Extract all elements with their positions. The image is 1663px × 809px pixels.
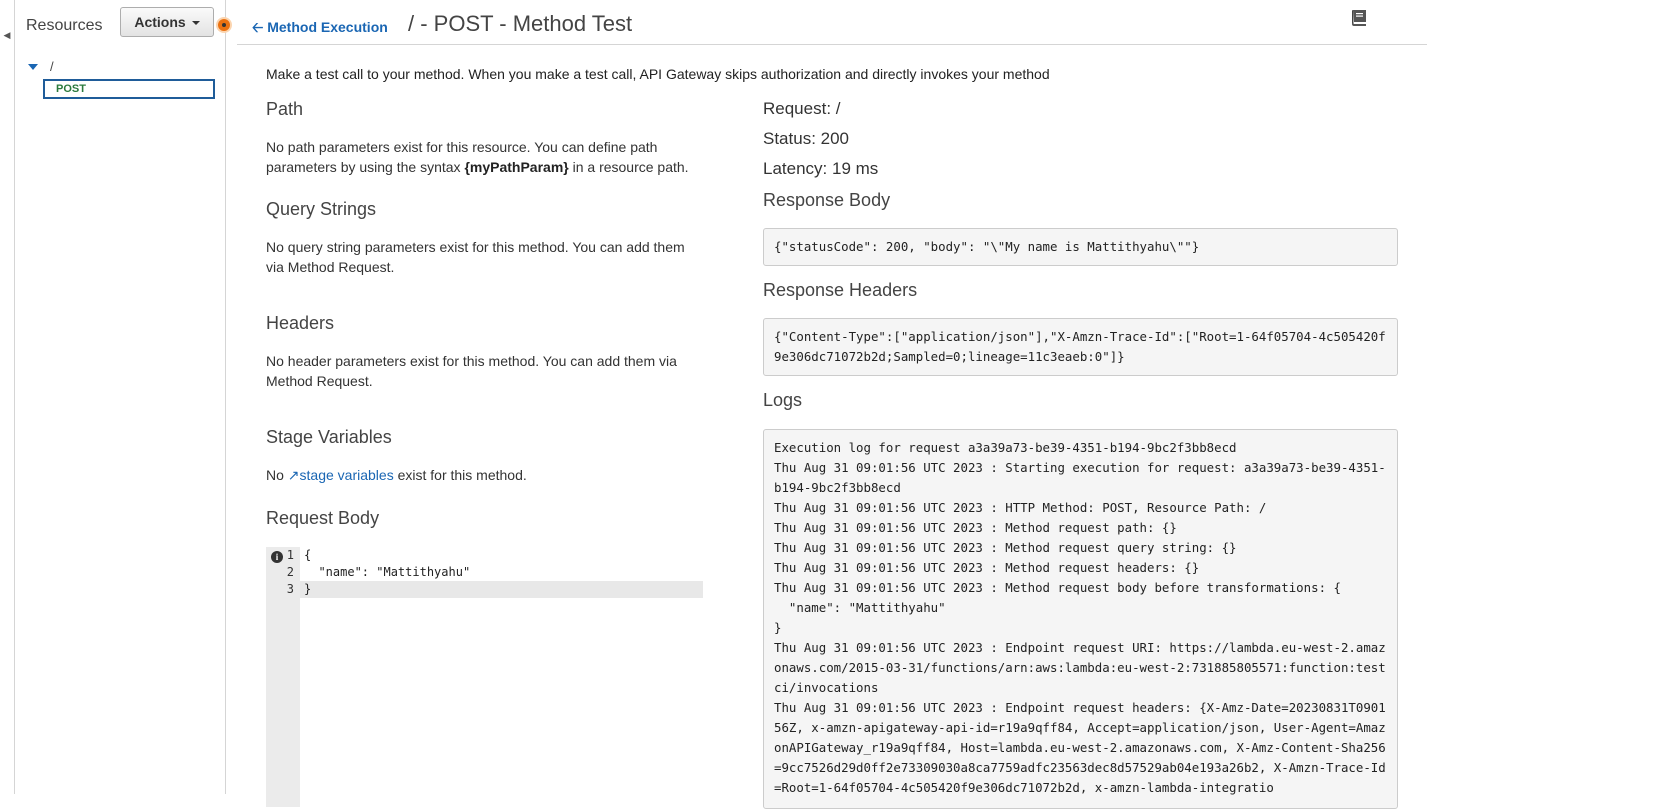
logs-title: Logs [763,390,803,410]
code-line: { [304,548,312,562]
path-section-title: Path [266,99,304,119]
editor-gutter: i 1 2 3 [266,547,300,807]
chevron-down-icon [191,21,200,26]
request-path: Request: / [763,99,841,118]
response-latency: Latency: 19 ms [763,159,879,178]
logs-box: Execution log for request a3a39a73-be39-… [763,429,1398,809]
actions-button-label: Actions [134,14,186,30]
panel-resize-handle[interactable] [218,19,230,31]
request-body-editor[interactable]: i 1 2 3 { "name": "Mattithyahu" } [266,547,703,807]
path-param-syntax: {myPathParam} [464,159,569,175]
line-number: 3 [286,582,294,596]
response-status: Status: 200 [763,129,850,148]
stage-variables-section-text: No ↗stage variables exist for this metho… [266,467,527,483]
headers-section-text: No header parameters exist for this meth… [266,353,677,389]
line-number: 1 [286,548,294,562]
resource-panel-divider [225,0,226,794]
line-number: 2 [286,565,294,579]
code-line: } [304,582,312,596]
path-section-text: No path parameters exist for this resour… [266,139,689,175]
query-strings-section-title: Query Strings [266,199,377,219]
code-line: "name": "Mattithyahu" [304,565,471,579]
collapse-strip [0,0,15,794]
info-icon: i [271,551,283,563]
request-body-section-title: Request Body [266,508,380,528]
active-line-highlight [300,581,703,598]
query-strings-section-text: No query string parameters exist for thi… [266,239,685,275]
arrow-left-icon: 🡠 [252,19,264,35]
actions-button[interactable]: Actions [120,7,214,37]
back-link-label: Method Execution [267,19,388,35]
external-link-icon: ↗ [287,467,300,483]
stage-variables-link[interactable]: ↗stage variables [288,467,394,483]
response-body-box: {"statusCode": 200, "body": "\"My name i… [763,228,1398,266]
response-headers-box: {"Content-Type":["application/json"],"X-… [763,318,1398,376]
intro-text: Make a test call to your method. When yo… [266,66,1050,82]
tree-item-post[interactable]: POST [43,79,215,99]
resources-label: Resources [26,17,103,34]
back-to-method-execution-link[interactable]: 🡠 Method Execution [252,17,388,41]
tree-item-root[interactable]: / [50,59,54,74]
book-icon[interactable] [1349,9,1369,27]
response-headers-title: Response Headers [763,280,918,300]
headers-section-title: Headers [266,313,335,333]
header-divider [237,44,1427,45]
stage-variables-section-title: Stage Variables [266,427,392,447]
response-body-title: Response Body [763,190,891,210]
collapse-left-icon[interactable]: ◀ [1,26,13,44]
tree-expand-icon[interactable] [28,64,38,70]
page-title: / - POST - Method Test [408,11,633,36]
